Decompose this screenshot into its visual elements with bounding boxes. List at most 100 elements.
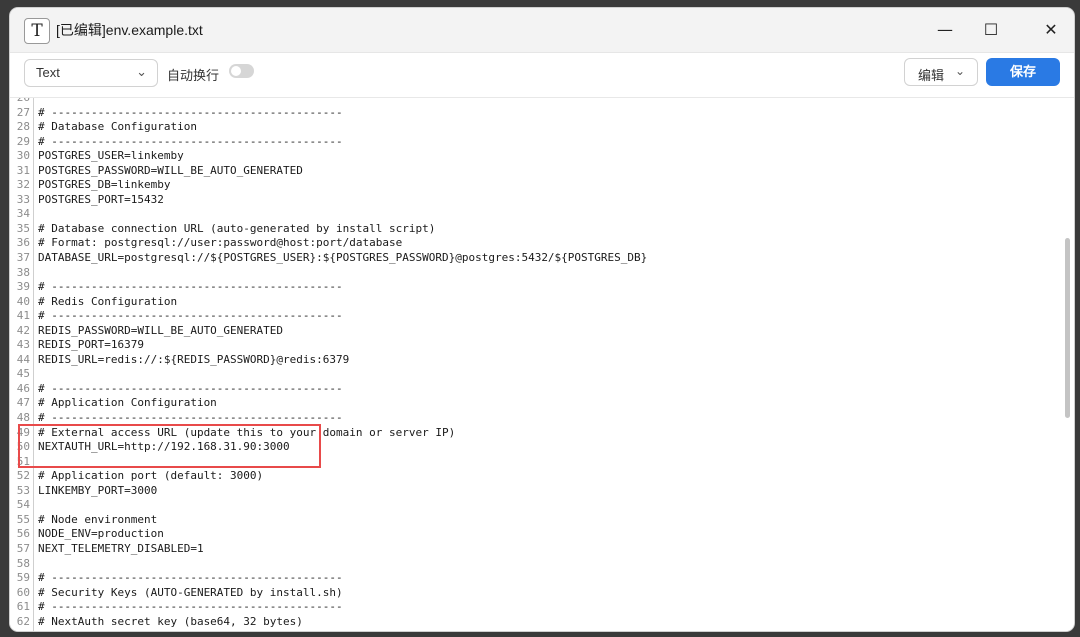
line-number: 34 <box>10 207 34 222</box>
text-editor-area[interactable]: 26 27 # ----------------------------------… <box>10 97 1074 631</box>
line-number: 36 <box>10 236 34 252</box>
line-text: LINKEMBY_PORT=3000 <box>38 483 158 497</box>
editor-window: T [已编辑]env.example.txt — ☐ ✕ Text ⌄ 自动换行 编… <box>10 8 1074 631</box>
line-number: 26 <box>10 98 34 106</box>
code-line: 34 <box>10 207 1060 222</box>
line-text: POSTGRES_USER=linkemby <box>38 149 184 163</box>
code-line: 54 <box>10 498 1060 513</box>
edit-menu-label: 编辑 <box>918 68 945 83</box>
syntax-mode-select[interactable]: Text ⌄ <box>24 59 158 87</box>
line-number: 56 <box>10 527 34 542</box>
line-number: 28 <box>10 120 34 135</box>
line-text: # --------------------------------------… <box>38 381 343 395</box>
code-line: 26 <box>10 98 1060 106</box>
code-line: 44 REDIS_URL=redis://:${REDIS_PASSWORD}@r… <box>10 352 1060 368</box>
code-line: 59 # ------------------------------------… <box>10 571 1060 586</box>
code-line: 63 # Will be automatically generated duri… <box>10 629 1060 631</box>
line-number: 42 <box>10 323 34 339</box>
line-text: POSTGRES_PORT=15432 <box>38 192 164 206</box>
line-number: 63 <box>10 629 34 631</box>
save-button[interactable]: 保存 <box>986 58 1060 86</box>
line-number: 27 <box>10 105 34 121</box>
text-editor-app-icon: T <box>24 18 50 44</box>
word-wrap-label: 自动换行 <box>167 68 220 83</box>
line-number: 51 <box>10 454 34 470</box>
code-line: 58 <box>10 556 1060 572</box>
line-number: 53 <box>10 483 34 499</box>
line-text: # Format: postgresql://user:password@hos… <box>38 236 403 250</box>
window-title: [已编辑]env.example.txt <box>56 22 203 38</box>
code-line: 61 # ------------------------------------… <box>10 600 1060 615</box>
line-number: 58 <box>10 556 34 572</box>
line-number: 47 <box>10 396 34 412</box>
line-text: # --------------------------------------… <box>38 600 343 614</box>
line-number: 49 <box>10 425 34 441</box>
line-number: 45 <box>10 367 34 382</box>
code-line: 49 # External access URL (update this to … <box>10 425 1060 441</box>
line-text: # Node environment <box>38 512 158 526</box>
line-text: # NextAuth secret key (base64, 32 bytes) <box>38 614 303 628</box>
edit-menu-button[interactable]: 编辑 ⌄ <box>904 58 978 86</box>
line-text: NEXTAUTH_URL=http://192.168.31.90:3000 <box>38 440 290 454</box>
line-number: 43 <box>10 338 34 353</box>
code-line: 37 DATABASE_URL=postgresql://${POSTGRES_U… <box>10 251 1060 266</box>
maximize-button[interactable]: ☐ <box>968 8 1014 52</box>
code-line: 27 # ------------------------------------… <box>10 105 1060 121</box>
line-number: 38 <box>10 265 34 281</box>
line-text: # --------------------------------------… <box>38 280 343 294</box>
code-line: 28 # Database Configuration <box>10 120 1060 135</box>
code-line: 30 POSTGRES_USER=linkemby <box>10 149 1060 164</box>
scrollbar-thumb[interactable] <box>1065 238 1070 418</box>
line-text: # --------------------------------------… <box>38 309 343 323</box>
word-wrap-toggle[interactable] <box>229 64 254 78</box>
line-number: 55 <box>10 512 34 528</box>
code-line: 57 NEXT_TELEMETRY_DISABLED=1 <box>10 541 1060 557</box>
line-text: NEXT_TELEMETRY_DISABLED=1 <box>38 541 204 555</box>
code-line: 36 # Format: postgresql://user:password@h… <box>10 236 1060 252</box>
code-line: 33 POSTGRES_PORT=15432 <box>10 192 1060 208</box>
vertical-scrollbar[interactable] <box>1064 98 1072 631</box>
close-button[interactable]: ✕ <box>1028 8 1074 52</box>
line-number: 35 <box>10 221 34 237</box>
code-line: 53 LINKEMBY_PORT=3000 <box>10 483 1060 499</box>
title-bar[interactable]: T [已编辑]env.example.txt — ☐ ✕ <box>10 8 1074 53</box>
chevron-down-icon: ⌄ <box>954 64 965 78</box>
line-text: # --------------------------------------… <box>38 571 343 585</box>
code-line: 60 # Security Keys (AUTO-GENERATED by ins… <box>10 585 1060 601</box>
line-text: # Redis Configuration <box>38 294 178 308</box>
chevron-down-icon: ⌄ <box>136 64 147 79</box>
code-line: 41 # ------------------------------------… <box>10 309 1060 324</box>
line-number: 59 <box>10 571 34 586</box>
line-text: REDIS_URL=redis://:${REDIS_PASSWORD}@red… <box>38 352 350 366</box>
line-text: DATABASE_URL=postgresql://${POSTGRES_USE… <box>38 251 648 265</box>
code-line: 51 <box>10 454 1060 470</box>
code-line: 45 <box>10 367 1060 382</box>
code-line: 62 # NextAuth secret key (base64, 32 byte… <box>10 614 1060 630</box>
code-line: 39 # ------------------------------------… <box>10 280 1060 295</box>
line-text: # Database connection URL (auto-generate… <box>38 221 436 235</box>
line-number: 52 <box>10 469 34 484</box>
line-number: 48 <box>10 411 34 426</box>
line-number: 46 <box>10 381 34 397</box>
line-text: # External access URL (update this to yo… <box>38 425 456 439</box>
code-line: 55 # Node environment <box>10 512 1060 528</box>
line-number: 40 <box>10 294 34 310</box>
line-text: NODE_ENV=production <box>38 527 164 541</box>
line-number: 62 <box>10 614 34 630</box>
line-number: 50 <box>10 440 34 455</box>
line-text: REDIS_PORT=16379 <box>38 338 144 352</box>
line-number: 57 <box>10 541 34 557</box>
line-text: # Database Configuration <box>38 120 197 134</box>
code-line: 47 # Application Configuration <box>10 396 1060 412</box>
line-text: # --------------------------------------… <box>38 134 343 148</box>
minimize-button[interactable]: — <box>922 8 968 52</box>
code-line: 32 POSTGRES_DB=linkemby <box>10 178 1060 193</box>
line-number: 41 <box>10 309 34 324</box>
line-number: 39 <box>10 280 34 295</box>
line-text: # Will be automatically generated during… <box>38 629 389 631</box>
code-line: 43 REDIS_PORT=16379 <box>10 338 1060 353</box>
code-line: 35 # Database connection URL (auto-genera… <box>10 221 1060 237</box>
line-text: # Application port (default: 3000) <box>38 469 264 483</box>
editor-toolbar: Text ⌄ 自动换行 编辑 ⌄ 保存 <box>10 53 1074 97</box>
line-text: # --------------------------------------… <box>38 411 343 425</box>
